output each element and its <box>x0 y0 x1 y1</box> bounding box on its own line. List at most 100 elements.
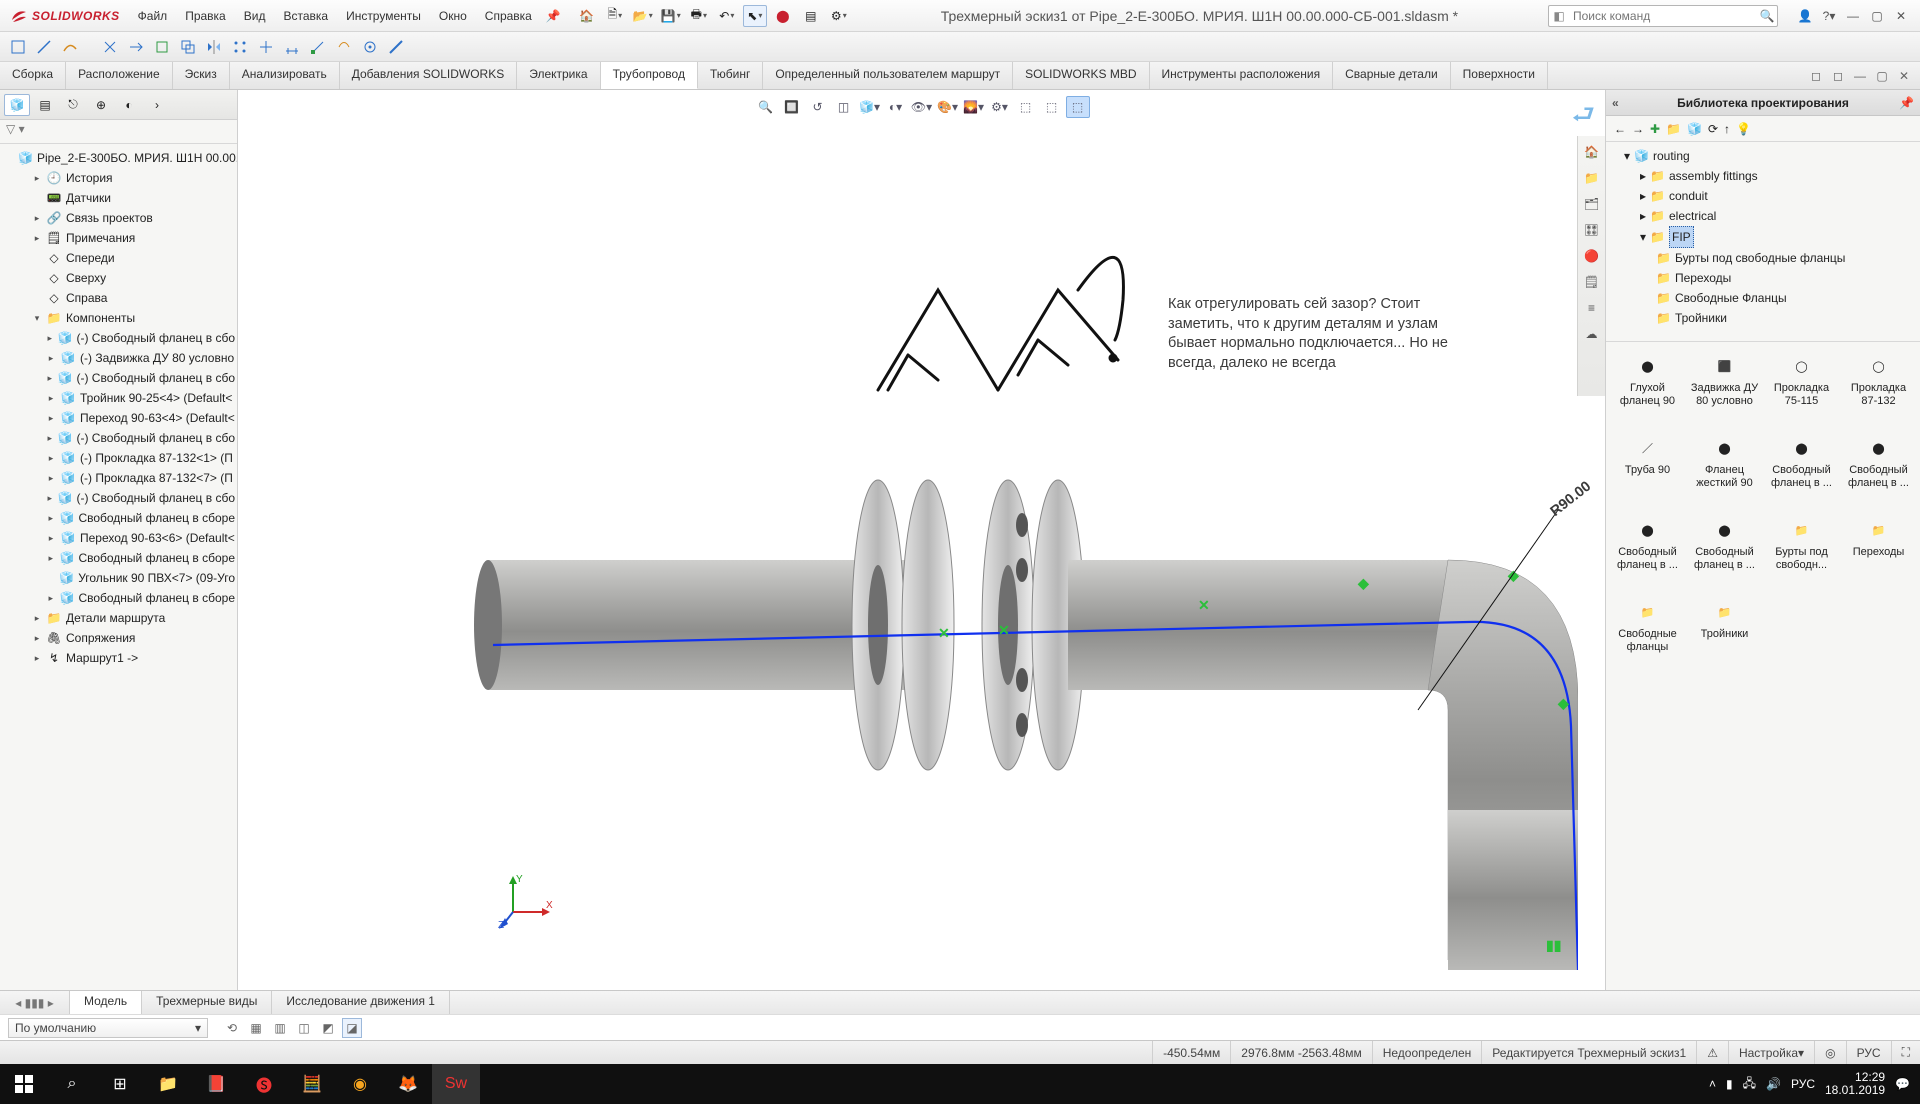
tp-view-icon[interactable]: 🎛 <box>1582 220 1602 240</box>
library-item[interactable]: ⬤Свободный фланец в ... <box>1610 514 1685 592</box>
configuration-selector[interactable]: По умолчанию▾ <box>8 1018 208 1038</box>
tool-rapid-sketch-icon[interactable] <box>386 37 406 57</box>
dl-newfolder-icon[interactable]: 📁 <box>1666 122 1681 136</box>
ribtab-userdef[interactable]: Определенный пользователем маршрут <box>763 62 1013 89</box>
settings-icon[interactable]: ⚙ <box>827 5 851 27</box>
notifications-icon[interactable]: 💬 <box>1895 1077 1910 1091</box>
dl-info-icon[interactable]: 💡 <box>1736 122 1751 136</box>
rebuild-icon[interactable]: ⬤ <box>771 5 795 27</box>
dl-fwd-icon[interactable]: → <box>1632 122 1644 136</box>
ribtab-assembly[interactable]: Сборка <box>0 62 66 89</box>
pin-panel-icon[interactable]: 📌 <box>1899 96 1914 110</box>
ribtab-electrical[interactable]: Электрика <box>517 62 600 89</box>
ds-tool-icon[interactable]: ◫ <box>294 1018 314 1038</box>
menu-edit[interactable]: Правка <box>177 5 234 27</box>
dl-back-icon[interactable]: ← <box>1614 122 1626 136</box>
calc-icon[interactable]: 🧮 <box>288 1064 336 1104</box>
confirm-corner-icon[interactable]: ⮐ <box>1572 96 1595 140</box>
search-icon[interactable]: 🔍 <box>1757 9 1777 23</box>
menu-file[interactable]: Файл <box>130 5 176 27</box>
firefox-icon[interactable]: 🦊 <box>384 1064 432 1104</box>
ribtab-sketch[interactable]: Эскиз <box>173 62 230 89</box>
feature-tree[interactable]: 🧊Pipe_2-Е-300БО. МРИЯ. Ш1Н 00.00. ▸🕘Исто… <box>0 144 237 990</box>
ribtab-surfaces[interactable]: Поверхности <box>1451 62 1548 89</box>
fm-filter[interactable]: ▽ ▾ <box>0 120 237 144</box>
home-icon[interactable]: 🏠 <box>575 5 599 27</box>
collapse-icon[interactable]: « <box>1612 96 1619 110</box>
print-icon[interactable]: 🖶 <box>687 5 711 27</box>
tray-lang[interactable]: РУС <box>1791 1077 1815 1091</box>
maximize-icon[interactable]: ▢ <box>1868 9 1886 23</box>
open-icon[interactable]: 📂 <box>631 5 655 27</box>
help-icon[interactable]: ?▾ <box>1820 9 1838 23</box>
explorer-icon[interactable]: 📁 <box>144 1064 192 1104</box>
library-item[interactable]: 📁Тройники <box>1687 596 1762 674</box>
fusion-icon[interactable]: ◉ <box>336 1064 384 1104</box>
menu-insert[interactable]: Вставка <box>275 5 336 27</box>
tool-relation-icon[interactable] <box>308 37 328 57</box>
menu-view[interactable]: Вид <box>236 5 274 27</box>
design-library-tree[interactable]: ▾ 🧊 routing ▸ 📁 assembly fittings ▸ 📁 co… <box>1606 142 1920 342</box>
library-item[interactable]: ⬤Свободный фланец в ... <box>1687 514 1762 592</box>
ribtab-evaluate[interactable]: Анализировать <box>230 62 340 89</box>
menu-help[interactable]: Справка <box>477 5 540 27</box>
fm-tab-more-icon[interactable]: › <box>144 94 170 116</box>
status-warn-icon[interactable]: ⚠ <box>1696 1041 1728 1064</box>
tp-props-icon[interactable]: 🗒 <box>1582 272 1602 292</box>
tray-battery-icon[interactable]: ▮ <box>1726 1077 1733 1091</box>
save-icon[interactable]: 💾 <box>659 5 683 27</box>
dl-add-icon[interactable]: ✚ <box>1650 122 1660 136</box>
tool-trim-icon[interactable] <box>100 37 120 57</box>
timeline-slider[interactable]: ◂ ▮▮▮ ▸ <box>0 991 70 1014</box>
tray-volume-icon[interactable]: 🔊 <box>1766 1077 1781 1091</box>
ribtab-addins[interactable]: Добавления SOLIDWORKS <box>340 62 518 89</box>
library-item[interactable]: ⬤Фланец жесткий 90 <box>1687 432 1762 510</box>
library-item[interactable]: ⬤Глухой фланец 90 <box>1610 350 1685 428</box>
ribtab-tubing[interactable]: Тюбинг <box>698 62 763 89</box>
status-maximize-icon[interactable]: ⛶ <box>1891 1041 1920 1064</box>
search-scope-icon[interactable]: ◧ <box>1549 9 1569 23</box>
ds-tool-icon[interactable]: ◩ <box>318 1018 338 1038</box>
tp-home-icon[interactable]: 🏠 <box>1582 142 1602 162</box>
start-button[interactable] <box>0 1064 48 1104</box>
library-item[interactable]: ◯Прокладка 87-132 <box>1841 350 1916 428</box>
ds-tool-icon[interactable]: ◪ <box>342 1018 362 1038</box>
library-item[interactable]: ／Труба 90 <box>1610 432 1685 510</box>
taskview-icon[interactable]: ⊞ <box>96 1064 144 1104</box>
taskbar-clock[interactable]: 12:29 18.01.2019 <box>1825 1071 1885 1097</box>
library-item[interactable]: ⬤Свободный фланец в ... <box>1841 432 1916 510</box>
app-icon[interactable]: 🅢 <box>240 1064 288 1104</box>
library-item[interactable]: 📁Бурты под свободн... <box>1764 514 1839 592</box>
tool-extend-icon[interactable] <box>126 37 146 57</box>
tp-appearance-icon[interactable]: 🔴 <box>1582 246 1602 266</box>
dl-up-icon[interactable]: ↑ <box>1724 122 1730 136</box>
design-library-selected[interactable]: FIP <box>1669 226 1694 248</box>
doc-max-icon[interactable]: ▢ <box>1874 69 1890 83</box>
tray-network-icon[interactable]: 🖧 <box>1743 1074 1756 1095</box>
library-item[interactable]: 📁Переходы <box>1841 514 1916 592</box>
tp-forum-icon[interactable]: ≡ <box>1582 298 1602 318</box>
tool-offset-icon[interactable] <box>178 37 198 57</box>
pdf-app-icon[interactable]: 📕 <box>192 1064 240 1104</box>
user-icon[interactable]: 👤 <box>1796 9 1814 23</box>
ribtab-layouttools[interactable]: Инструменты расположения <box>1150 62 1334 89</box>
doc-close-icon[interactable]: ✕ <box>1896 69 1912 83</box>
menu-window[interactable]: Окно <box>431 5 475 27</box>
tool-line-icon[interactable] <box>34 37 54 57</box>
dl-newasm-icon[interactable]: 🧊 <box>1687 122 1702 136</box>
doc-min-icon[interactable]: — <box>1852 69 1868 83</box>
close-icon[interactable]: ✕ <box>1892 9 1910 23</box>
solidworks-taskbar-icon[interactable]: Sw <box>432 1064 480 1104</box>
tool-quick-snap-icon[interactable] <box>360 37 380 57</box>
command-search[interactable]: ◧ 🔍 <box>1548 5 1778 27</box>
tray-chevron-icon[interactable]: ˄ <box>1709 1077 1716 1091</box>
ds-tool-icon[interactable]: ⟲ <box>222 1018 242 1038</box>
tp-cloud-icon[interactable]: ☁ <box>1582 324 1602 344</box>
tool-mirror-icon[interactable] <box>204 37 224 57</box>
pin-icon[interactable]: 📌 <box>546 9 561 23</box>
tool-spline-icon[interactable] <box>60 37 80 57</box>
tool-dimension-icon[interactable] <box>282 37 302 57</box>
status-target-icon[interactable]: ◎ <box>1814 1041 1845 1064</box>
new-icon[interactable]: 🗎 <box>603 5 627 27</box>
options-list-icon[interactable]: ▤ <box>799 5 823 27</box>
